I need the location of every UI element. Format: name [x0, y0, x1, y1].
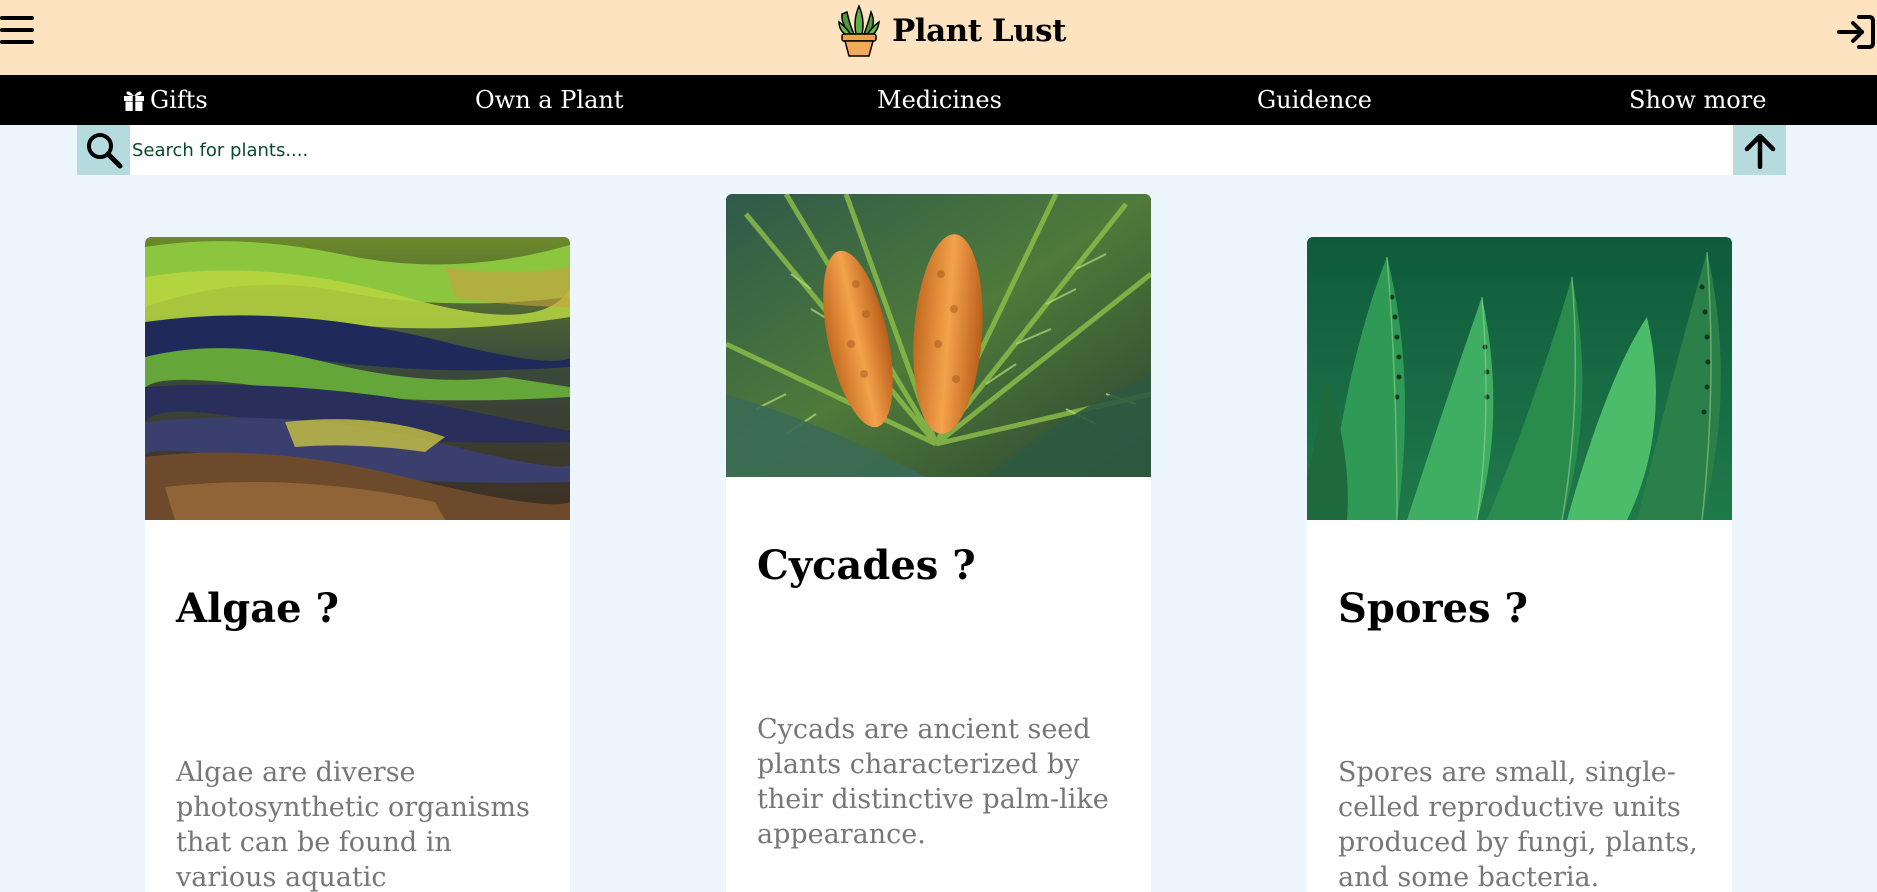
search-input[interactable]	[130, 125, 1710, 175]
search-bar	[77, 125, 1786, 175]
nav-item-medicines[interactable]: Medicines	[877, 75, 1002, 125]
card-description: Spores are small, single-celled reproduc…	[1338, 757, 1698, 892]
plant-card-algae[interactable]: Algae ? Algae are diverse photosynthetic…	[145, 237, 570, 892]
algae-seaweed-photo	[145, 237, 570, 520]
search-button[interactable]	[77, 125, 130, 175]
card-title: Spores ?	[1338, 585, 1528, 632]
plant-card-cycades[interactable]: Cycades ? Cycads are ancient seed plants…	[726, 194, 1151, 892]
main-nav: Gifts Own a Plant Medicines Guidence Sho…	[0, 75, 1877, 125]
search-icon	[86, 133, 122, 169]
scroll-top-button[interactable]	[1733, 125, 1786, 175]
nav-item-label: Own a Plant	[475, 86, 624, 114]
nav-item-label: Guidence	[1257, 86, 1372, 114]
nav-item-label: Medicines	[877, 86, 1002, 114]
nav-item-own-a-plant[interactable]: Own a Plant	[475, 75, 623, 125]
hamburger-menu-icon[interactable]	[0, 13, 36, 49]
brand[interactable]: Plant Lust	[832, 0, 1066, 62]
site-title: Plant Lust	[892, 13, 1066, 49]
nav-item-label: Gifts	[150, 86, 208, 114]
card-description: Cycads are ancient seed plants character…	[757, 714, 1109, 850]
card-title: Cycades ?	[757, 542, 976, 589]
nav-item-label: Show more	[1629, 86, 1767, 114]
cycad-cones-photo	[726, 194, 1151, 477]
nav-item-guidence[interactable]: Guidence	[1257, 75, 1372, 125]
card-title: Algae ?	[176, 585, 339, 632]
site-header: Plant Lust	[0, 0, 1877, 75]
card-description: Algae are diverse photosynthetic organis…	[176, 757, 530, 892]
nav-item-show-more[interactable]: Show more	[1629, 75, 1766, 125]
potted-plant-logo	[838, 4, 880, 57]
login-arrow-icon[interactable]	[1835, 12, 1877, 52]
fern-spores-photo	[1307, 237, 1732, 520]
gift-icon	[124, 91, 144, 111]
plant-card-spores[interactable]: Spores ? Spores are small, single-celled…	[1307, 237, 1732, 892]
arrow-up-icon	[1744, 133, 1775, 169]
nav-item-gifts[interactable]: Gifts	[122, 75, 208, 125]
